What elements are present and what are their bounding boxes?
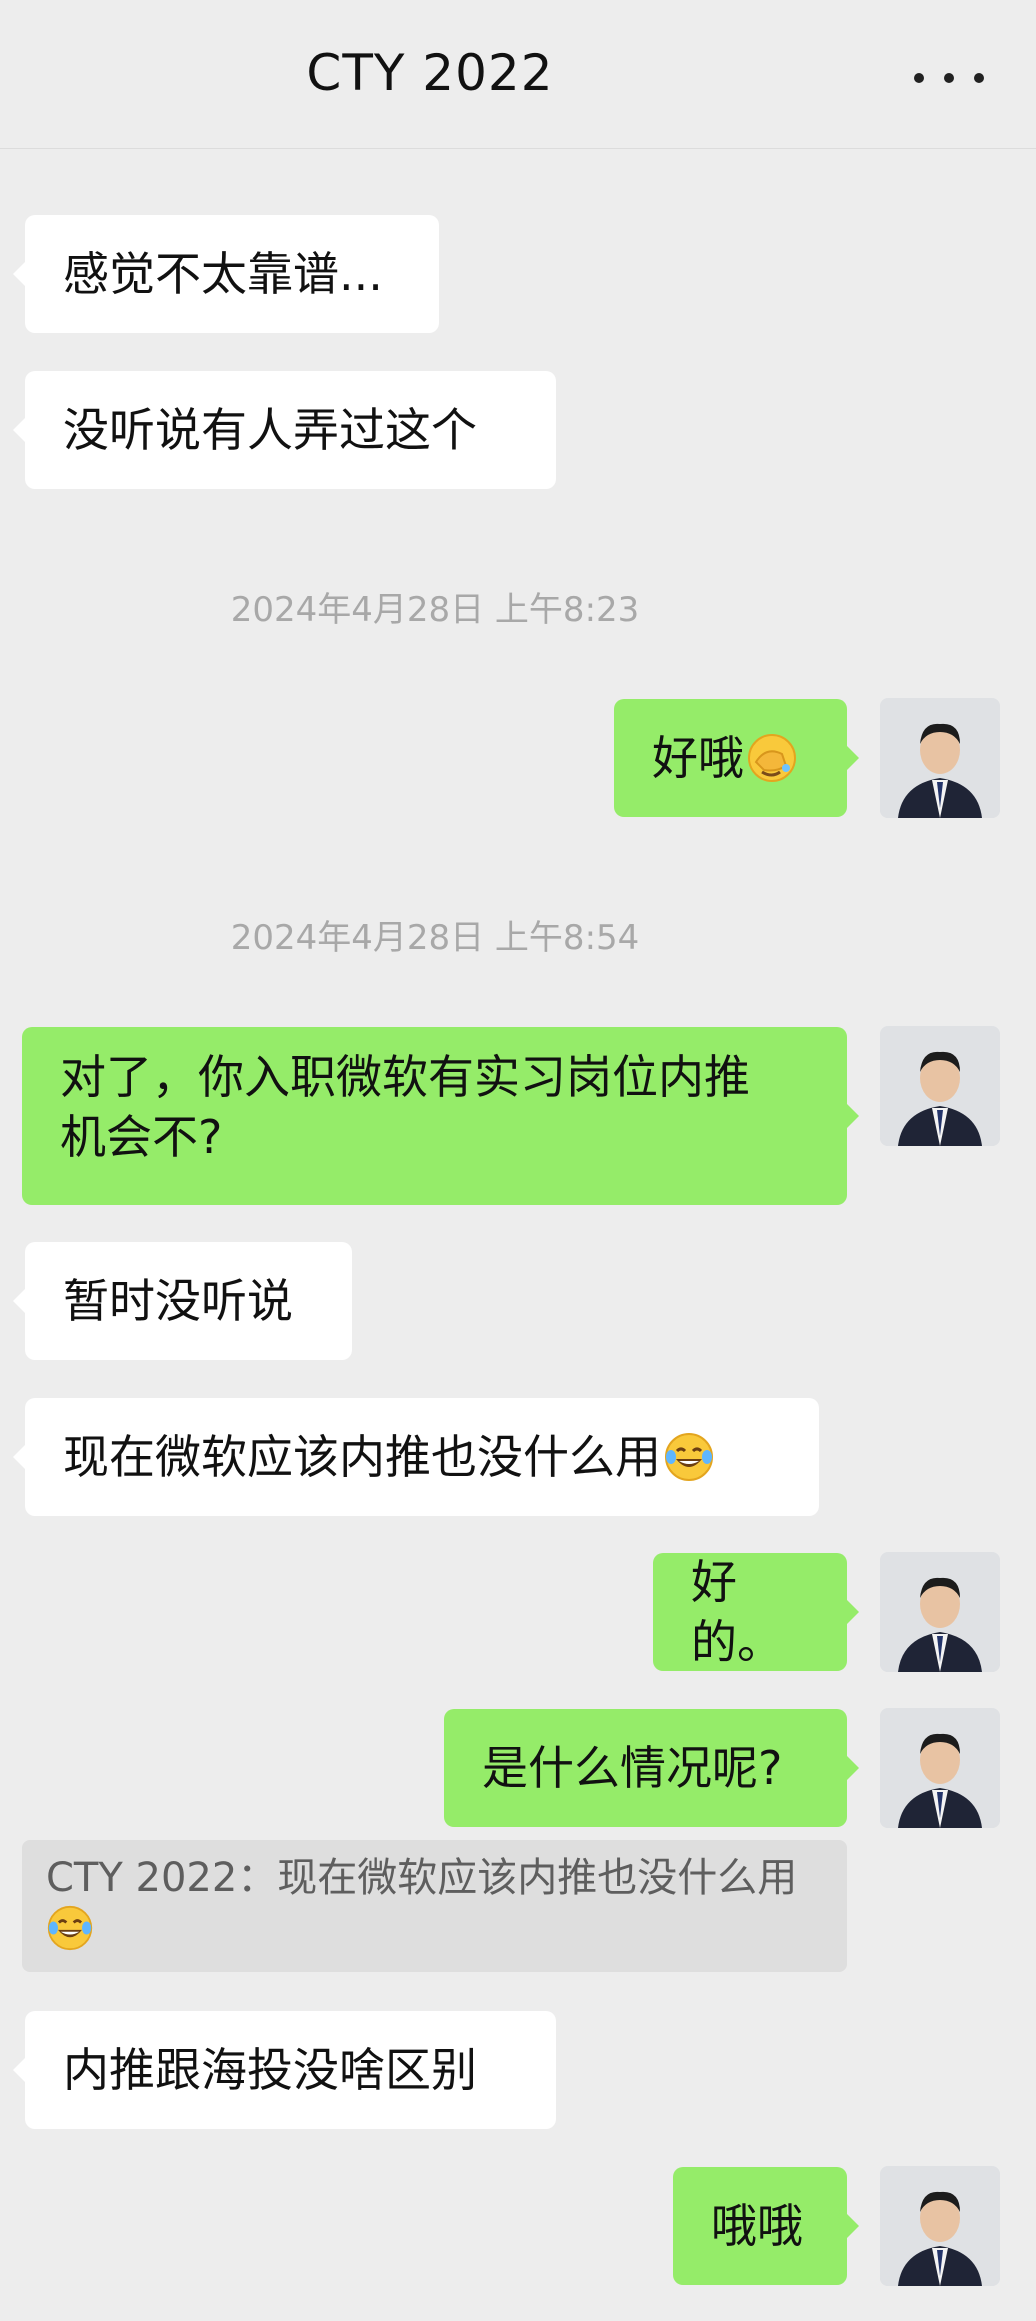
outgoing-message[interactable]: 好哦 (614, 699, 859, 817)
more-dots-icon[interactable] (914, 58, 984, 98)
tears-of-joy-emoji-icon (665, 1433, 713, 1481)
incoming-message[interactable]: 暂时没听说 (13, 1242, 352, 1360)
chat-title: CTY 2022 (306, 44, 554, 102)
message-text: 没听说有人弄过这个 (63, 403, 477, 457)
chat-header: CTY 2022 (0, 0, 1036, 149)
message-text: 感觉不太靠谱... (63, 247, 383, 301)
quote-text: CTY 2022：现在微软应该内推也没什么用 (46, 1855, 798, 1901)
incoming-message[interactable]: 内推跟海投没啥区别 (13, 2011, 556, 2129)
message-text: 是什么情况呢? (482, 1741, 783, 1795)
avatar[interactable] (880, 698, 1000, 818)
person-avatar-icon (880, 2166, 1000, 2286)
quoted-message[interactable]: CTY 2022：现在微软应该内推也没什么用 (22, 1840, 847, 1972)
tears-of-joy-emoji-icon (47, 1905, 93, 1951)
message-text-line: 机会不? (60, 1110, 223, 1164)
timestamp: 2024年4月28日 上午8:23 (230, 590, 640, 630)
outgoing-message[interactable]: 是什么情况呢? (444, 1709, 859, 1827)
avatar[interactable] (880, 2166, 1000, 2286)
message-text: 好哦 (652, 731, 744, 785)
face-palm-emoji-icon (748, 734, 796, 782)
incoming-message[interactable]: 没听说有人弄过这个 (13, 371, 556, 489)
message-text: 现在微软应该内推也没什么用 (63, 1430, 661, 1484)
message-text: 暂时没听说 (63, 1274, 293, 1328)
outgoing-message[interactable]: 好的。 (653, 1553, 859, 1671)
timestamp: 2024年4月28日 上午8:54 (230, 918, 640, 958)
outgoing-message[interactable]: 对了，你入职微软有实习岗位内推 机会不? (22, 1027, 859, 1205)
avatar[interactable] (880, 1552, 1000, 1672)
incoming-message[interactable]: 现在微软应该内推也没什么用 (13, 1398, 819, 1516)
person-avatar-icon (880, 1552, 1000, 1672)
person-avatar-icon (880, 698, 1000, 818)
incoming-message[interactable]: 感觉不太靠谱... (13, 215, 439, 333)
message-text: 好的。 (691, 1555, 783, 1669)
avatar[interactable] (880, 1026, 1000, 1146)
person-avatar-icon (880, 1708, 1000, 1828)
outgoing-message[interactable]: 哦哦 (673, 2167, 859, 2285)
message-text: 哦哦 (711, 2199, 803, 2253)
person-avatar-icon (880, 1026, 1000, 1146)
message-text: 内推跟海投没啥区别 (63, 2043, 477, 2097)
message-text-line: 对了，你入职微软有实习岗位内推 (60, 1050, 750, 1104)
avatar[interactable] (880, 1708, 1000, 1828)
